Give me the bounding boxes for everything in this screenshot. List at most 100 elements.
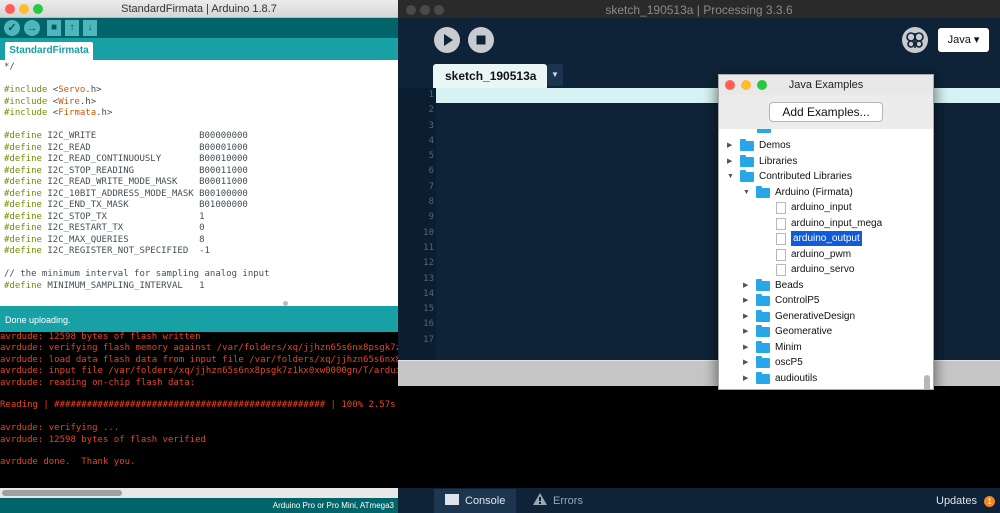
collapsed-arrow-icon[interactable]: ▶ (727, 138, 732, 153)
add-examples-button[interactable]: Add Examples... (769, 102, 883, 122)
processing-toolbar: Java ▾ (398, 18, 1000, 63)
tree-item-label: audioutils (775, 372, 818, 384)
updates-link[interactable]: Updates 1 (936, 489, 996, 513)
tab-sketch[interactable]: sketch_190513a (433, 64, 547, 88)
tree-item-arduino-servo[interactable]: arduino_servo (719, 262, 919, 277)
folder-icon (740, 139, 754, 151)
tree-item-label: Libraries (759, 155, 798, 167)
close-icon[interactable] (406, 5, 416, 15)
line-number: 17 (423, 334, 434, 345)
file-icon (776, 264, 786, 276)
tree-item-demos[interactable]: ▶ Demos (719, 138, 919, 153)
minimize-icon[interactable] (741, 80, 751, 90)
save-sketch-button[interactable]: ↓ (83, 20, 97, 36)
zoom-icon[interactable] (33, 4, 43, 14)
code-include-name: Servo (58, 85, 86, 95)
folder-icon (756, 278, 770, 291)
code-line: #define I2C_MAX_QUERIES 8 (4, 235, 398, 247)
debug-button[interactable] (902, 27, 928, 53)
tree-item-label: Beads (775, 279, 804, 291)
collapsed-arrow-icon[interactable]: ▶ (743, 278, 748, 293)
minimize-icon[interactable] (19, 4, 29, 14)
collapsed-arrow-icon[interactable]: ▶ (743, 371, 748, 386)
line-number: 11 (423, 242, 434, 253)
tab-console[interactable]: Console (445, 489, 505, 513)
line-number: 8 (428, 197, 434, 208)
folder-icon (756, 294, 770, 306)
line-number: 7 (428, 181, 434, 192)
upload-button[interactable]: → (24, 20, 40, 36)
tree-item-minim[interactable]: ▶ Minim (719, 340, 919, 355)
tree-item-audioutils[interactable]: ▶ audioutils (719, 371, 919, 386)
close-icon[interactable] (725, 80, 735, 90)
tree-item-oscp5[interactable]: ▶ oscP5 (719, 355, 919, 370)
expanded-arrow-icon[interactable]: ▼ (727, 169, 734, 184)
tab-menu-arrow[interactable]: ▼ (547, 64, 563, 86)
tree-item-arduino-input[interactable]: arduino_input (719, 200, 919, 215)
tree-item-label: arduino_input (791, 202, 852, 213)
minimize-icon[interactable] (420, 5, 430, 15)
line-number: 5 (428, 151, 434, 162)
run-button[interactable] (434, 27, 460, 53)
console-line: avrdude: 12598 bytes of flash written (0, 332, 201, 342)
code-line: #define I2C_REGISTER_NOT_SPECIFIED -1 (4, 246, 398, 258)
collapsed-arrow-icon[interactable]: ▶ (743, 355, 748, 370)
open-sketch-button[interactable]: ↑ (65, 20, 79, 36)
tab-standardfirmata[interactable]: StandardFirmata (5, 42, 93, 60)
mode-selector[interactable]: Java ▾ (938, 28, 989, 52)
collapsed-arrow-icon[interactable]: ▶ (743, 293, 748, 308)
code-text: < (47, 108, 59, 118)
code-line: #include <Firmata.h> (4, 108, 398, 120)
new-sketch-button[interactable]: ■ (47, 20, 61, 36)
collapsed-arrow-icon[interactable]: ▶ (727, 154, 732, 169)
line-number: 4 (428, 135, 434, 146)
tree-item-arduino-input-mega[interactable]: arduino_input_mega (719, 216, 919, 231)
collapsed-arrow-icon[interactable]: ▶ (743, 340, 748, 355)
arduino-window-title: StandardFirmata | Arduino 1.8.7 (121, 3, 277, 15)
code-text: < (47, 96, 59, 107)
tree-item-label: oscP5 (775, 357, 803, 368)
arduino-code-editor[interactable]: */#include <Servo.h> #include <Wire.h> #in… (0, 60, 398, 306)
zoom-icon[interactable] (757, 80, 767, 90)
tree-item-arduino-pwm[interactable]: arduino_pwm (719, 247, 919, 262)
tree-item-arduino-output[interactable]: arduino_output (719, 231, 919, 246)
collapsed-arrow-icon[interactable]: ▶ (743, 324, 748, 339)
tree-item-geomerative[interactable]: ▶ Geomerative (719, 324, 919, 339)
java-examples-dialog: Java Examples Add Examples... ▶ Demos ▶ Lib… (718, 74, 934, 390)
tree-item-label: arduino_input_mega (791, 217, 883, 229)
verify-button[interactable]: ✓ (4, 20, 20, 36)
close-icon[interactable] (5, 4, 15, 14)
code-text: .h> (96, 108, 113, 118)
console-tab-label: Console (465, 495, 506, 507)
tree-item-libraries[interactable]: ▶ Libraries (719, 154, 919, 169)
tree-item-generativedesign[interactable]: ▶ GenerativeDesign (719, 309, 919, 324)
tree-item-label: ControlP5 (775, 295, 820, 306)
console-line: avrdude done. Thank you. (0, 457, 136, 468)
stop-button[interactable] (468, 27, 494, 53)
board-status-bar: Arduino Pro or Pro Mini, ATmega3 (0, 498, 398, 513)
tab-errors[interactable]: Errors (533, 489, 583, 513)
code-line: #define I2C_WRITE B00000000 (4, 131, 398, 143)
examples-tree[interactable]: ▶ Demos ▶ Libraries ▼ Contributed Libraries ▼ A… (719, 129, 933, 389)
line-number: 10 (423, 227, 434, 238)
folder-icon (756, 325, 770, 337)
file-icon (776, 233, 786, 245)
tree-item-beads[interactable]: ▶ Beads (719, 278, 919, 293)
tree-item-arduino-firmata-[interactable]: ▼ Arduino (Firmata) (719, 185, 919, 200)
collapsed-arrow-icon[interactable]: ▶ (743, 309, 748, 324)
updates-label: Updates (936, 495, 977, 507)
butterfly-icon (906, 32, 924, 48)
scrollbar-thumb[interactable] (2, 490, 122, 496)
code-text: .h> (79, 96, 97, 107)
tree-item-controlp5[interactable]: ▶ ControlP5 (719, 293, 919, 308)
tree-scrollbar[interactable] (924, 375, 930, 389)
expanded-arrow-icon[interactable]: ▼ (743, 185, 750, 200)
tree-item-contributed-libraries[interactable]: ▼ Contributed Libraries (719, 169, 919, 184)
zoom-icon[interactable] (434, 5, 444, 15)
code-text: I2C_RESTART_TX 0 (41, 223, 205, 233)
folder-icon (740, 170, 754, 182)
stop-icon (476, 35, 486, 45)
